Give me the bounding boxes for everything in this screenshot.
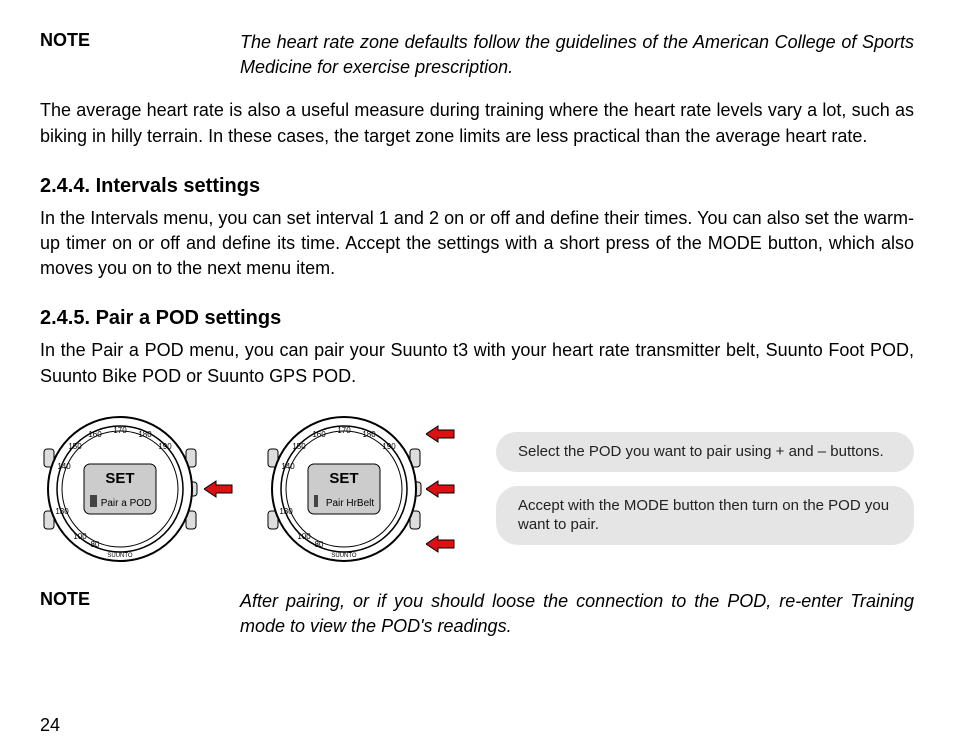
watch-2: 170 160 180 150 190 140 130 80 100 SET P… [264, 409, 424, 569]
callout-select-pod: Select the POD you want to pair using + … [496, 432, 914, 472]
pair-pod-diagram: 170 160 180 150 190 140 130 80 100 SET [40, 409, 914, 569]
note-1: NOTE The heart rate zone defaults follow… [40, 30, 914, 80]
svg-text:180: 180 [362, 430, 376, 439]
pair-pod-heading: 2.4.5. Pair a POD settings [40, 307, 914, 330]
watch-2-line1: SET [329, 470, 358, 487]
svg-text:130: 130 [55, 507, 69, 516]
note-2-label: NOTE [40, 589, 240, 639]
svg-text:80: 80 [315, 540, 324, 549]
note-2-text: After pairing, or if you should loose th… [240, 589, 914, 639]
svg-text:160: 160 [312, 430, 326, 439]
page: NOTE The heart rate zone defaults follow… [0, 0, 954, 756]
svg-text:190: 190 [382, 442, 396, 451]
watch-2-block: 170 160 180 150 190 140 130 80 100 SET P… [264, 409, 466, 569]
svg-text:100: 100 [297, 532, 311, 541]
arrow-icon [204, 479, 234, 499]
svg-text:130: 130 [279, 507, 293, 516]
intervals-heading: 2.4.4. Intervals settings [40, 175, 914, 198]
watch-2-brand: SUUNTO [331, 553, 357, 559]
svg-text:150: 150 [292, 442, 306, 451]
svg-text:180: 180 [138, 430, 152, 439]
svg-text:170: 170 [113, 426, 127, 435]
watch-2-line2: Pair HrBelt [326, 498, 375, 509]
note-1-text: The heart rate zone defaults follow the … [240, 30, 914, 80]
callout-accept-mode: Accept with the MODE button then turn on… [496, 486, 914, 545]
svg-text:140: 140 [57, 462, 71, 471]
page-number: 24 [40, 715, 60, 736]
intervals-body: In the Intervals menu, you can set inter… [40, 206, 914, 282]
arrow-set [426, 424, 456, 554]
svg-text:100: 100 [73, 532, 87, 541]
watch-1-line2: Pair a POD [101, 498, 152, 509]
watch-1-brand: SUUNTO [107, 553, 133, 559]
svg-text:80: 80 [91, 540, 100, 549]
watch-1-line1: SET [105, 470, 134, 487]
watch-1-svg: 170 160 180 150 190 140 130 80 100 SET [40, 409, 200, 569]
svg-text:160: 160 [88, 430, 102, 439]
watch-1-block: 170 160 180 150 190 140 130 80 100 SET [40, 409, 234, 569]
arrow-icon [426, 534, 456, 554]
watch-2-svg: 170 160 180 150 190 140 130 80 100 SET P… [264, 409, 424, 569]
pair-pod-body: In the Pair a POD menu, you can pair you… [40, 338, 914, 388]
svg-text:170: 170 [337, 426, 351, 435]
svg-text:150: 150 [68, 442, 82, 451]
svg-text:140: 140 [281, 462, 295, 471]
callouts: Select the POD you want to pair using + … [496, 432, 914, 545]
average-heart-rate-paragraph: The average heart rate is also a useful … [40, 98, 914, 148]
watch-1: 170 160 180 150 190 140 130 80 100 SET [40, 409, 200, 569]
arrow-icon [426, 424, 456, 444]
note-1-label: NOTE [40, 30, 240, 80]
arrow-icon [426, 479, 456, 499]
note-2: NOTE After pairing, or if you should loo… [40, 589, 914, 639]
svg-text:190: 190 [158, 442, 172, 451]
